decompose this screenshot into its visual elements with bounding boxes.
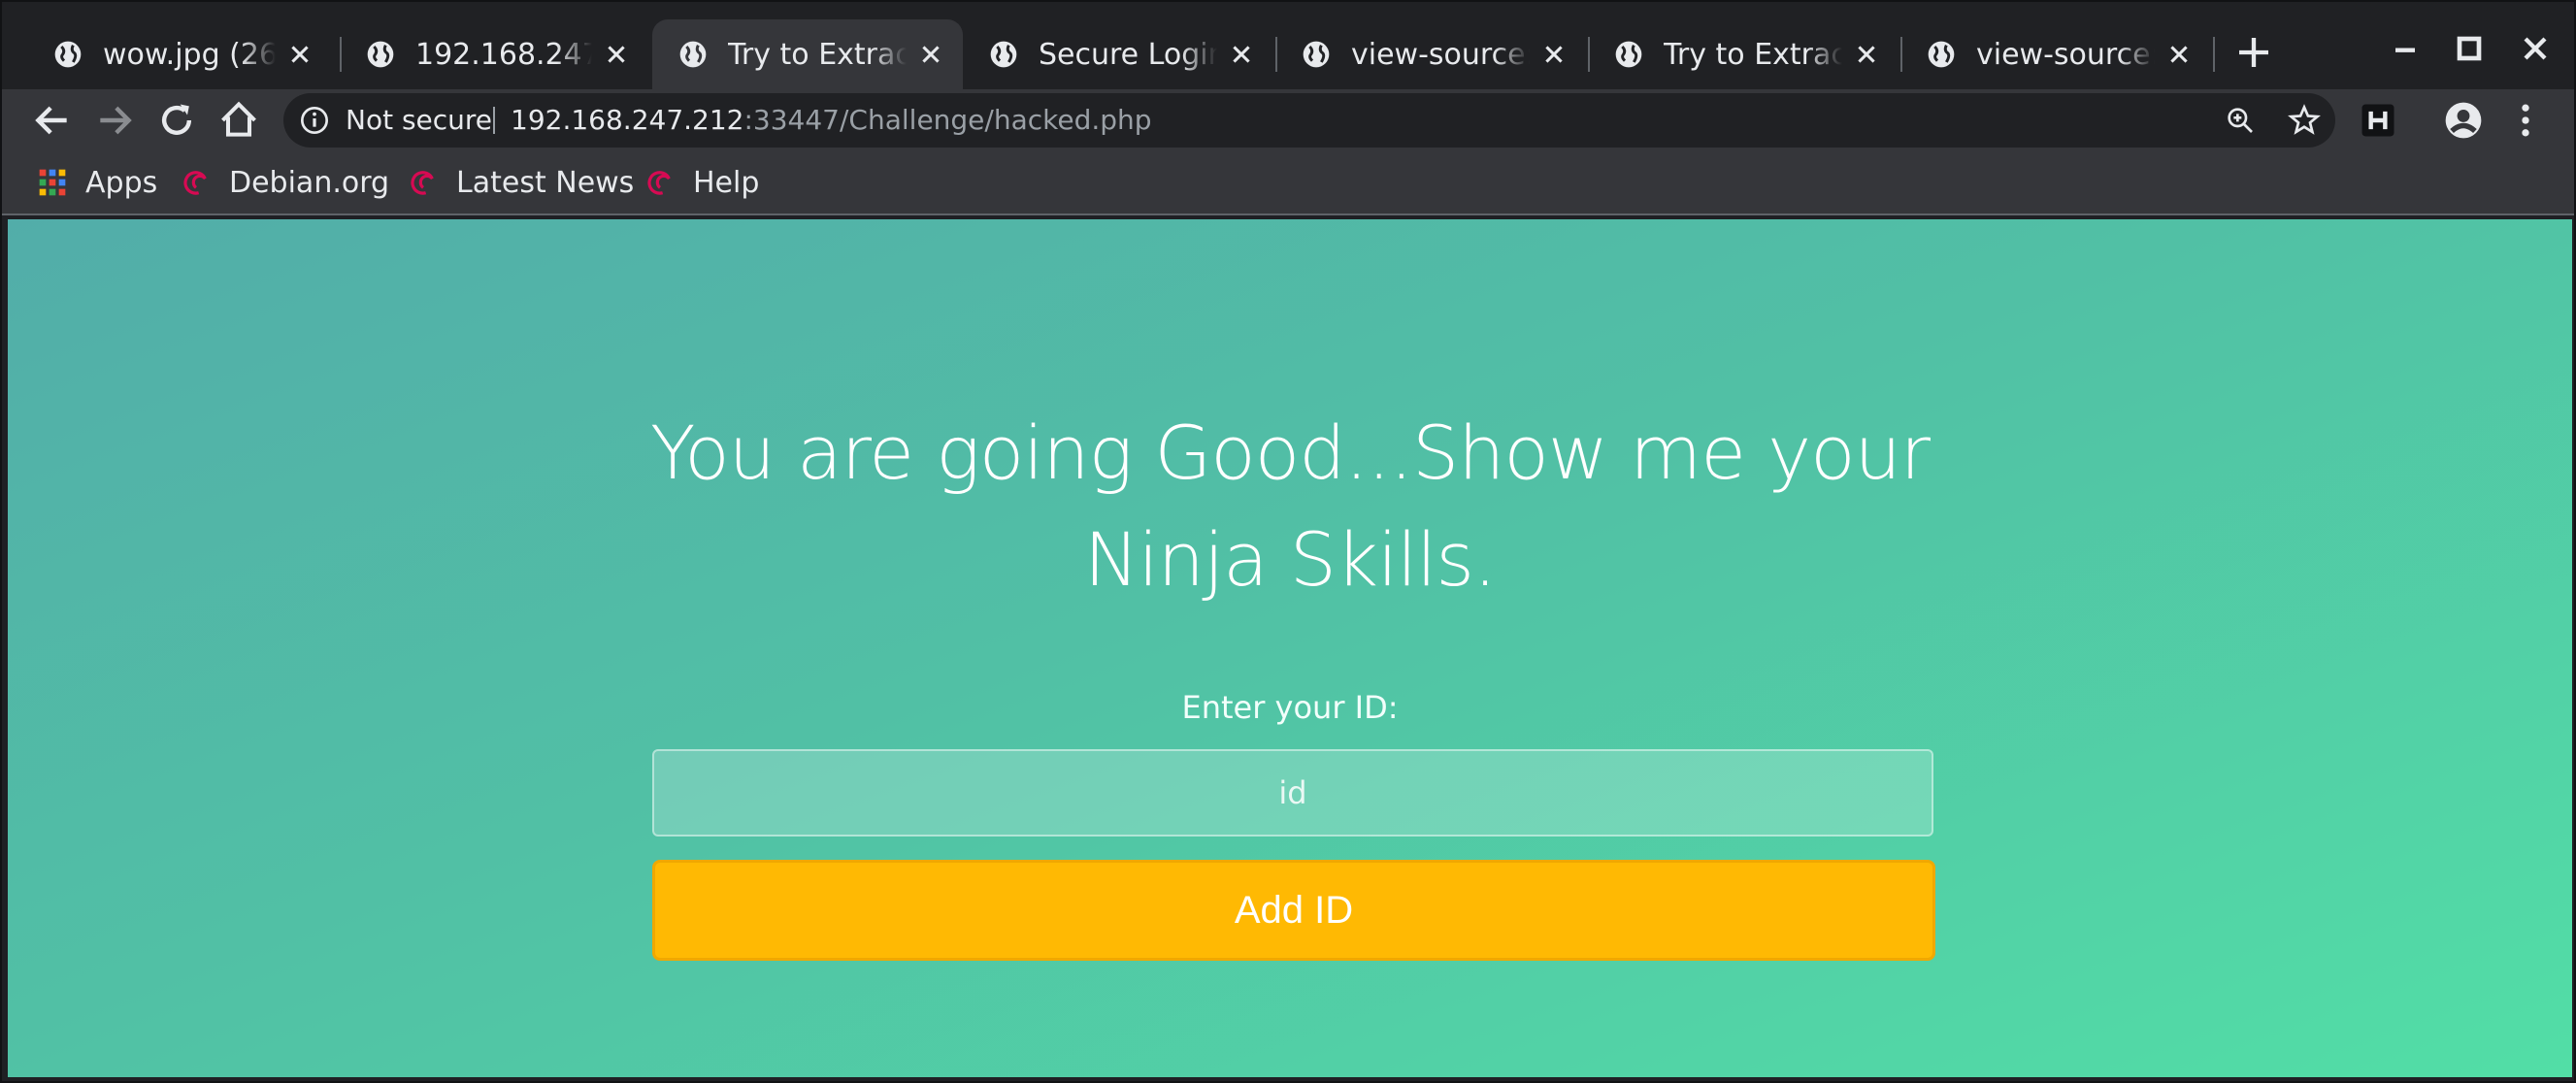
tab-try-to-extract-2[interactable]: Try to Extract Jo [1588,19,1899,89]
close-icon[interactable] [2516,29,2555,68]
browser-window: wow.jpg (2670 192.168.247.212 Try to Ext… [0,0,2576,1083]
url-text[interactable]: 192.168.247.212:33447/Challenge/hacked.p… [511,103,1152,138]
tab-secure-login[interactable]: Secure Login: F [963,19,1273,89]
extension-icon[interactable] [2357,99,2399,142]
home-icon[interactable] [217,99,260,142]
navigation-toolbar: Not secure 192.168.247.212:33447/Challen… [2,89,2574,151]
close-tab-icon[interactable] [1229,42,1254,67]
debian-swirl-icon [411,171,434,195]
close-tab-icon[interactable] [2166,42,2192,67]
tab-title: 192.168.247.212 [415,37,592,72]
headline-line-2: Ninja Skills. [1083,516,1497,603]
close-tab-icon[interactable] [1541,42,1567,67]
bookmarks-bar: Apps Debian.org Latest News Help [2,151,2574,215]
add-id-button[interactable]: Add ID [652,860,1935,961]
tab-view-source-2[interactable]: view-source:19 [1900,19,2211,89]
profile-avatar-icon[interactable] [2442,99,2485,142]
minimize-icon[interactable] [2386,29,2425,68]
zoom-icon[interactable] [2225,105,2256,136]
tab-title: Try to Extract Jo [728,37,907,72]
tab-title: view-source:19 [1351,37,1530,72]
tab-title: wow.jpg (2670 [103,37,276,72]
url-host: 192.168.247.212 [511,104,744,136]
bookmark-label: Debian.org [229,165,390,200]
plus-icon[interactable] [2234,33,2273,72]
globe-icon [990,41,1017,68]
maximize-icon[interactable] [2450,29,2489,68]
bookmark-label: Apps [85,165,158,200]
globe-icon [1615,41,1642,68]
back-arrow-icon[interactable] [31,99,74,142]
page-content: You are going Good...Show me your Ninja … [8,219,2572,1077]
close-tab-icon[interactable] [918,42,943,67]
tab-title: Try to Extract Jo [1664,37,1842,72]
globe-icon [54,41,82,68]
debian-swirl-icon [647,171,671,195]
security-status: Not secure [346,104,493,136]
more-menu-icon[interactable] [2504,99,2547,142]
bookmark-label: Latest News [456,165,635,200]
globe-icon [367,41,394,68]
bookmark-help[interactable]: Help [644,163,759,202]
bookmark-label: Help [693,165,760,200]
apps-grid-icon [39,169,66,196]
bookmark-apps[interactable]: Apps [37,163,157,202]
tab-wow-jpg[interactable]: wow.jpg (2670 [27,19,332,89]
bookmark-latest-news[interactable]: Latest News [408,163,634,202]
globe-icon [1303,41,1330,68]
id-field-label: Enter your ID: [1181,689,1399,726]
info-icon[interactable] [299,105,330,136]
close-tab-icon[interactable] [287,42,313,67]
tab-strip: wow.jpg (2670 192.168.247.212 Try to Ext… [2,2,2574,89]
address-divider [493,107,495,134]
close-tab-icon[interactable] [1854,42,1879,67]
debian-swirl-icon [183,171,207,195]
tab-view-source-1[interactable]: view-source:19 [1275,19,1586,89]
tab-title: view-source:19 [1976,37,2155,72]
star-bookmark-icon[interactable] [2287,103,2322,138]
reload-icon[interactable] [155,99,198,142]
globe-icon [1928,41,1955,68]
tab-try-to-extract-active[interactable]: Try to Extract Jo [652,19,963,89]
address-bar[interactable]: Not secure 192.168.247.212:33447/Challen… [283,93,2335,148]
tab-separator [2213,37,2215,72]
bookmark-debian-org[interactable]: Debian.org [181,163,389,202]
tab-title: Secure Login: F [1039,37,1217,72]
tab-ip-address[interactable]: 192.168.247.212 [340,19,648,89]
url-path: :33447/Challenge/hacked.php [743,104,1152,136]
id-input[interactable] [652,749,1933,837]
globe-icon [679,41,707,68]
close-tab-icon[interactable] [604,42,629,67]
page-headline: You are going Good...Show me your Ninja … [8,400,2572,613]
forward-arrow-icon[interactable] [93,99,136,142]
headline-line-1: You are going Good...Show me your [649,410,1931,496]
